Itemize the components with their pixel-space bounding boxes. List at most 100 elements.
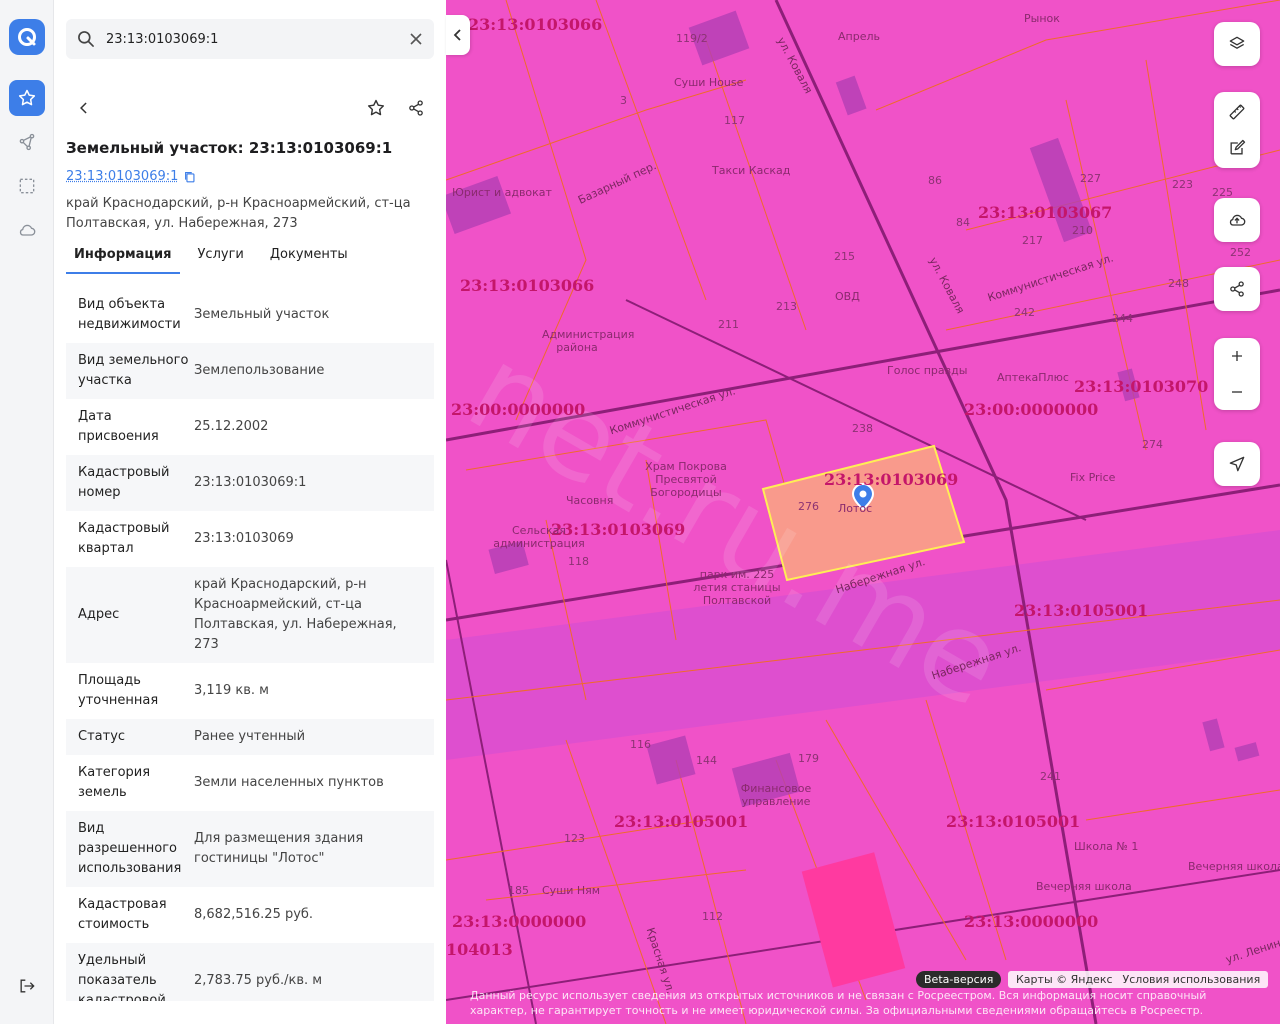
poi-label[interactable]: Вечерняя школа [1036,880,1132,893]
info-key: Кадастровый квартал [78,521,170,556]
poi-label[interactable]: Рынок [1024,12,1060,25]
share-button[interactable] [398,90,434,126]
info-row: Кадастровая стоимость 8,682,516.25 руб. [66,887,434,943]
info-row: Адрес край Краснодарский, р-н Красноармей… [66,567,434,663]
tab-information[interactable]: Информация [66,240,180,274]
info-value: край Краснодарский, р-н Красноармейский,… [194,577,397,652]
share-icon [409,100,423,116]
info-row: Вид объекта недвижимости Земельный участо… [66,287,434,343]
poi-label[interactable]: Апрель [838,30,880,43]
poi-label[interactable]: Суши Ням [542,884,600,897]
map-share-button[interactable] [1214,267,1260,311]
share-control [1214,267,1260,311]
search-input[interactable] [106,19,396,59]
cloud-upload-icon [1229,214,1246,226]
upload-control [1214,198,1260,242]
minus-icon [1232,391,1242,393]
zoom-out-button[interactable] [1214,374,1260,410]
left-rail [0,0,54,1024]
poi-label[interactable]: Администрация района [542,328,634,354]
ruler-button[interactable] [1214,94,1260,130]
info-value: 2,783.75 руб./кв. м [194,973,323,988]
poi-label[interactable]: Финансовое управление [736,782,816,808]
tab-services[interactable]: Услуги [190,240,252,274]
cadastral-label: 23:13:0103066 [460,276,595,295]
cloud-button[interactable] [9,212,45,248]
info-value: Ранее учтенный [194,729,306,744]
house-number: 123 [564,832,585,845]
logout-icon [20,979,35,993]
info-row: Статус Ранее учтенный [66,719,434,755]
house-number: 118 [568,555,589,568]
back-button[interactable] [66,90,102,126]
poi-label[interactable]: Часовня [566,494,613,507]
poi-label[interactable]: ОВД [835,290,860,303]
info-value: Земли населенных пунктов [194,775,384,790]
poi-label[interactable]: Голос правды [887,364,967,377]
draw-button[interactable] [1214,130,1260,166]
upload-button[interactable] [1214,198,1260,242]
logo-icon [18,28,36,46]
select-area-button[interactable] [9,168,45,204]
house-number: 86 [928,174,942,187]
house-number: 215 [834,250,855,263]
favorites-button[interactable] [9,80,45,116]
collapse-panel-button[interactable] [446,15,470,55]
info-row: Дата присвоения 25.12.2002 [66,399,434,455]
tab-bar: Информация Услуги Документы [66,240,366,274]
attribution-text[interactable]: Карты © Яндекс [1016,971,1113,988]
cadastral-label: 23:13:0103070 [1074,377,1209,396]
map-canvas[interactable]: net.ru.me 23:13:0103066 23:13:0103066 23… [446,0,1280,1024]
chevron-left-icon [80,102,87,114]
poi-label[interactable]: парк им. 225 летия станицы Полтавской [682,568,792,607]
poi-label[interactable]: Такси Каскад [712,164,790,177]
cadastral-label: 104013 [446,940,513,959]
poi-label[interactable]: Сельская администрация [484,524,594,550]
cloud-icon [19,224,36,236]
chevron-left-icon [453,29,461,41]
info-value: Землепользование [194,363,325,378]
geolocate-button[interactable] [1214,442,1260,486]
layers-control [1214,22,1260,66]
poi-label[interactable]: Храм Покрова Пресвятой Богородицы [636,460,736,499]
poi-label[interactable]: Юрист и адвокат [452,186,552,199]
zoom-in-button[interactable] [1214,338,1260,374]
poi-label[interactable]: Fix Price [1070,471,1115,484]
info-key: Дата присвоения [78,409,159,444]
cadastral-label: 23:13:0105001 [614,812,749,831]
poi-label[interactable]: Суши House [674,76,743,89]
info-table: Вид объекта недвижимости Земельный участо… [66,287,434,1001]
logout-button[interactable] [9,968,45,1004]
poi-label[interactable]: АптекаПлюс [997,371,1069,384]
info-key: Удельный показатель кадастровой [78,953,166,1001]
layers-button[interactable] [1214,22,1260,66]
info-value: Земельный участок [194,307,330,322]
cadastral-label: 23:00:0000000 [964,400,1099,419]
cadastral-label: 23:13:0105001 [946,812,1081,831]
favorite-button[interactable] [358,90,394,126]
terms-link[interactable]: Условия использования [1123,971,1261,988]
poi-label[interactable]: Школа № 1 [1074,840,1138,853]
disclaimer-text: Данный ресурс использует сведения из отк… [470,989,1207,1017]
house-number: 211 [718,318,739,331]
clear-icon[interactable] [408,31,424,47]
info-key: Вид земельного участка [78,353,189,388]
poi-label[interactable]: Лотос [838,502,872,515]
info-value: 3,119 кв. м [194,683,269,698]
cadastral-label: 23:13:0000000 [964,912,1099,931]
cadastral-number-link[interactable]: 23:13:0103069:1 [66,169,178,184]
routes-button[interactable] [9,124,45,160]
tab-documents[interactable]: Документы [262,240,356,274]
house-number: 119/2 [676,32,708,45]
poi-label[interactable]: Вечерняя школа [1188,860,1280,873]
cadastral-label: 23:13:0103066 [468,15,603,34]
cadastral-label: 23:13:0105001 [1014,601,1149,620]
info-key: Статус [78,729,126,744]
layers-icon [1229,36,1245,49]
info-value: 8,682,516.25 руб. [194,907,314,922]
geolocation-control [1214,442,1260,486]
app-logo[interactable] [9,19,45,55]
copy-icon[interactable] [183,170,197,184]
house-number: 244 [1112,312,1133,325]
zoom-control [1214,338,1260,410]
